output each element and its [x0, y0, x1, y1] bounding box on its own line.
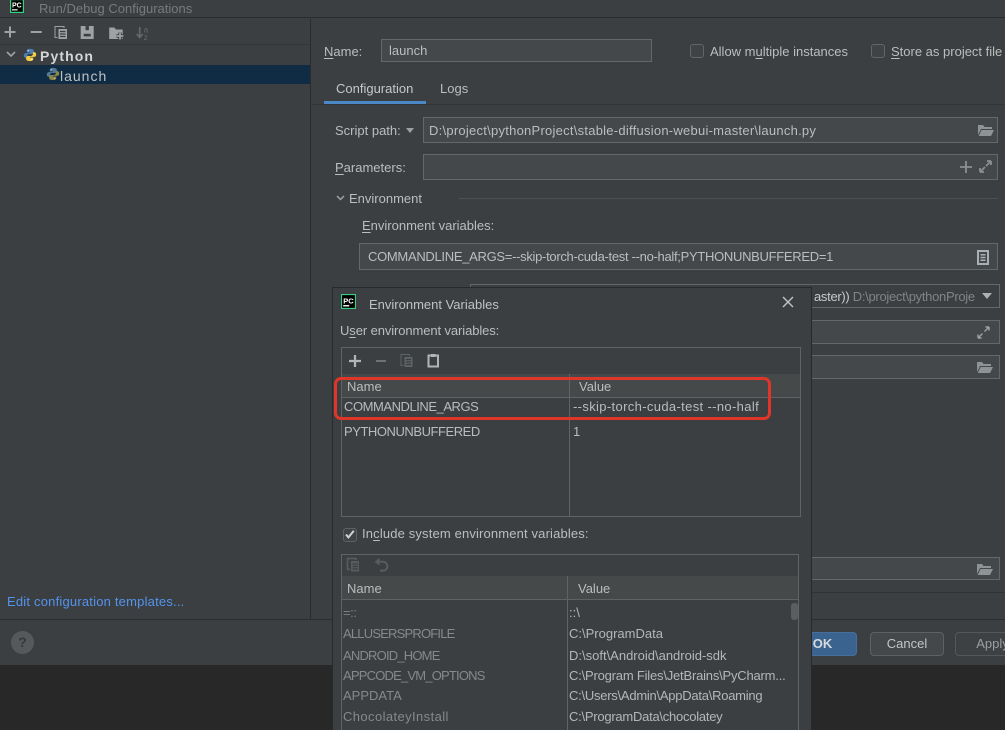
- svg-text:z: z: [144, 33, 148, 40]
- svg-text:PC: PC: [12, 3, 22, 10]
- svg-text:PC: PC: [343, 296, 354, 305]
